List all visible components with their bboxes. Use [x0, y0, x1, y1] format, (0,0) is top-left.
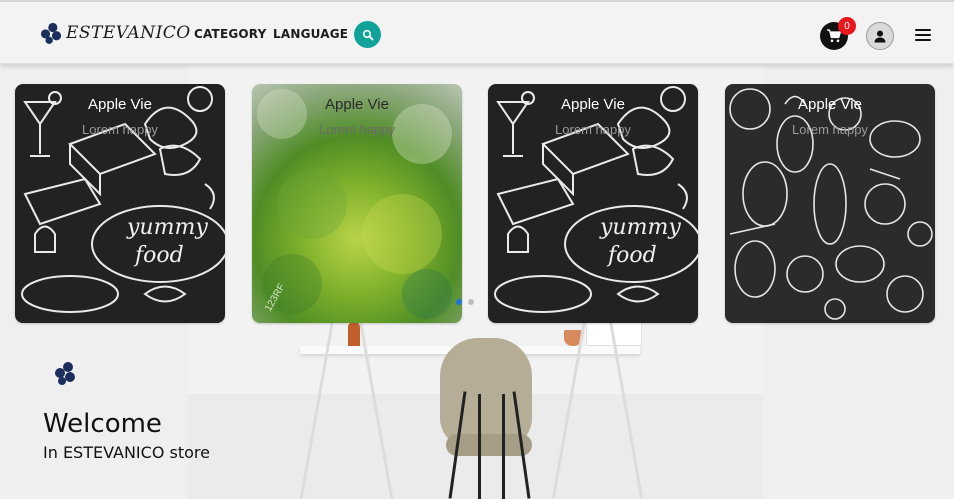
top-navbar: ESTEVANICO CATEGORY LANGUAGE 0: [0, 2, 954, 64]
card-subtitle: Lorem happy: [555, 122, 631, 137]
card-title: Apple Vie: [798, 96, 862, 113]
doodle-text-yummy: yummy: [126, 215, 208, 240]
product-card[interactable]: yummy food Apple Vie Lorem happy: [488, 84, 698, 323]
card-title: Apple Vie: [325, 96, 389, 113]
user-account-button[interactable]: [866, 22, 894, 50]
search-icon: [362, 29, 373, 40]
product-card[interactable]: 123RF Apple Vie Lorem happy: [252, 84, 462, 323]
chair-leg: [478, 394, 481, 499]
hamburger-menu-icon[interactable]: [915, 29, 931, 43]
product-card[interactable]: Apple Vie Lorem happy: [725, 84, 935, 323]
chair-leg: [502, 394, 505, 499]
card-subtitle: Lorem happy: [82, 122, 158, 137]
chalk-vegetables-illustration: [729, 88, 933, 320]
carousel-pagination: [456, 299, 474, 305]
chalk-food-illustration: yummy food: [21, 86, 225, 313]
user-icon: [874, 30, 886, 42]
card-subtitle: Lorem happy: [792, 122, 868, 137]
chalk-food-illustration: yummy food: [494, 86, 698, 313]
desk-lamp: [348, 322, 360, 348]
card-subtitle: Lorem happy: [319, 122, 395, 137]
product-card[interactable]: yummy food Apple Vie Lorem happy: [15, 84, 225, 323]
brand-logo[interactable]: ESTEVANICO: [40, 22, 191, 44]
nav-category[interactable]: CATEGORY: [194, 27, 266, 41]
clover-logo-icon: [55, 362, 75, 385]
card-title: Apple Vie: [88, 96, 152, 113]
cart-count-badge: 0: [838, 17, 856, 35]
welcome-subtitle: In ESTEVANICO store: [43, 443, 210, 462]
doodle-text-food: food: [133, 243, 184, 268]
carousel-dot-2[interactable]: [468, 299, 474, 305]
nav-language[interactable]: LANGUAGE: [273, 27, 348, 41]
carousel-dot-1[interactable]: [456, 299, 462, 305]
welcome-title: Welcome: [43, 409, 162, 439]
clover-logo-icon: [40, 22, 62, 44]
doodle-text-yummy: yummy: [599, 215, 681, 240]
brand-name: ESTEVANICO: [66, 23, 191, 43]
green-texture-illustration: 123RF: [257, 89, 452, 319]
search-button[interactable]: [354, 21, 381, 48]
doodle-text-food: food: [606, 243, 657, 268]
card-title: Apple Vie: [561, 96, 625, 113]
